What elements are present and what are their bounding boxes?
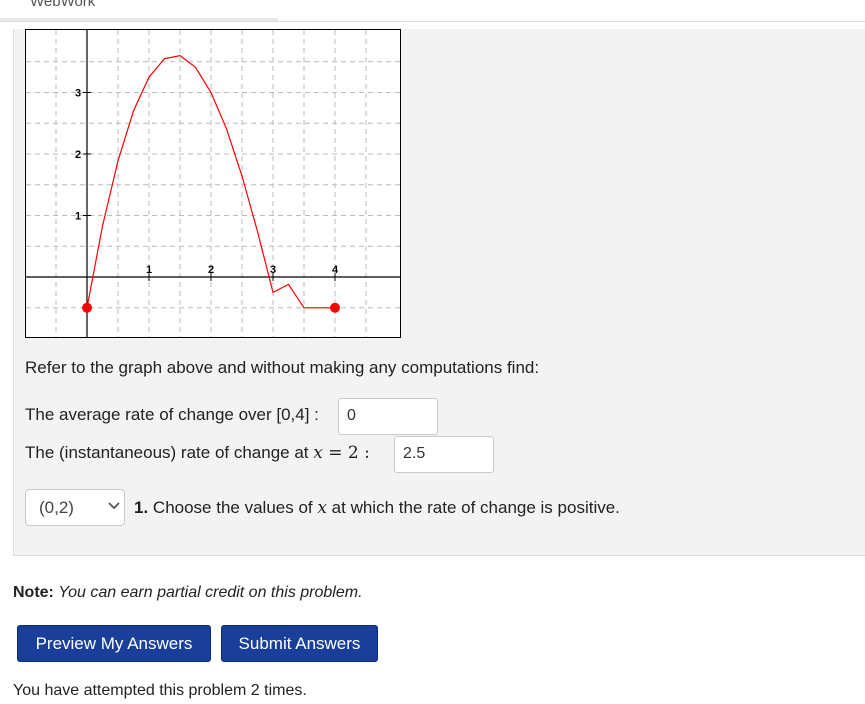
function-graph: 1 2 3 4 1 2 3 xyxy=(25,29,401,338)
y-tick-label: 3 xyxy=(75,88,81,100)
attempts-status: You have attempted this problem 2 times. xyxy=(13,682,307,699)
question-3-number: 1. xyxy=(134,498,149,517)
question-2-label: The (instantaneous) rate of change at x … xyxy=(25,443,370,463)
question-3-suffix: at which the rate of change is positive. xyxy=(326,498,620,517)
top-accent-line xyxy=(0,18,278,21)
submit-answers-button[interactable]: Submit Answers xyxy=(221,625,378,662)
question-2-prefix: The (instantaneous) rate of change at xyxy=(25,443,314,462)
question-3-variable: x xyxy=(317,498,327,518)
graph-frame xyxy=(25,29,401,338)
note-line: Note: You can earn partial credit on thi… xyxy=(13,584,363,602)
interval-select-value: (0,2) xyxy=(39,498,74,517)
question-2-variable: x xyxy=(313,443,323,463)
x-tick-label: 1 xyxy=(146,264,152,276)
y-tick-label: 2 xyxy=(75,149,81,161)
preview-answers-button[interactable]: Preview My Answers xyxy=(17,625,211,662)
interval-select[interactable]: (0,2) xyxy=(25,489,125,526)
answer-2-input[interactable]: 2.5 xyxy=(394,436,494,473)
question-3-prefix: Choose the values of xyxy=(148,498,318,517)
x-tick-label: 3 xyxy=(270,264,276,276)
instruction-text: Refer to the graph above and without mak… xyxy=(25,358,540,377)
chevron-down-icon xyxy=(108,502,120,510)
question-3-text: 1. Choose the values of x at which the r… xyxy=(134,498,620,518)
note-text: You can earn partial credit on this prob… xyxy=(58,584,363,601)
y-tick-label: 1 xyxy=(75,211,81,223)
x-tick-label: 2 xyxy=(208,264,214,276)
question-1-label: The average rate of change over [0,4] : xyxy=(25,405,319,424)
question-2-equation: = 2 : xyxy=(322,443,370,463)
x-tick-label: 4 xyxy=(332,264,339,276)
endpoint-dot xyxy=(330,302,340,313)
note-label: Note: xyxy=(13,584,54,601)
top-bar: WebWork xyxy=(0,0,865,22)
site-title: WebWork xyxy=(30,0,96,10)
answer-1-input[interactable]: 0 xyxy=(338,398,438,435)
endpoint-dot xyxy=(82,302,92,313)
